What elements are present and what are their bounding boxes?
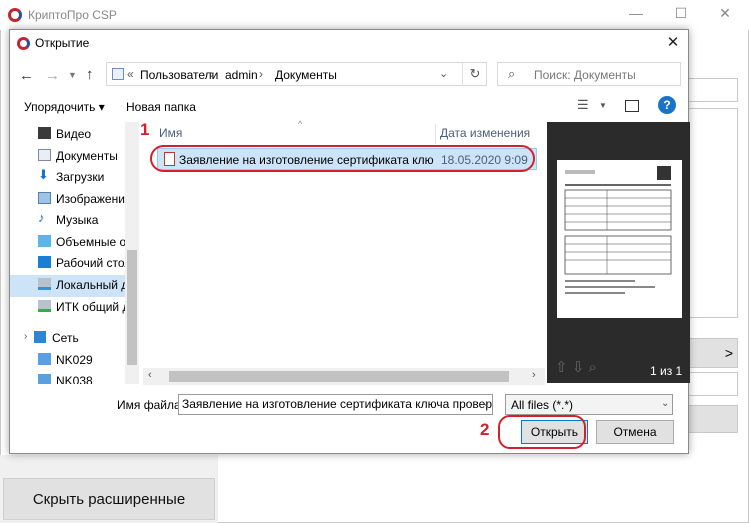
hide-advanced-button[interactable]: Скрыть расширенные <box>3 478 215 520</box>
document-preview-thumbnail <box>557 160 682 318</box>
computer-icon <box>38 353 51 365</box>
chevron-down-icon[interactable]: ⌄ <box>482 398 490 409</box>
nav-item-label: NK029 <box>56 353 93 367</box>
nav-item-nk029[interactable]: NK029 <box>38 350 139 370</box>
open-file-dialog: Открытие ✕ ← → ▼ ↑ « Пользователи › admi… <box>9 29 690 454</box>
nav-item-nk038[interactable]: NK038 <box>38 371 139 384</box>
nav-item-label: Загрузки <box>56 170 105 184</box>
nav-item-local-disk[interactable]: Локальный ди <box>38 275 139 295</box>
annotation-highlight-file <box>150 145 535 172</box>
chevron-down-icon[interactable]: ⌄ <box>661 398 669 409</box>
column-header-date[interactable]: Дата изменения <box>440 126 530 140</box>
annotation-highlight-open <box>498 415 586 449</box>
nav-item-label: Документы <box>56 149 118 163</box>
close-icon[interactable]: ✕ <box>710 5 740 25</box>
breadcrumb-overflow[interactable]: « <box>127 67 134 81</box>
sort-indicator-icon: ^ <box>298 119 303 129</box>
breadcrumb-separator[interactable]: › <box>210 67 214 81</box>
nav-item-network-drive[interactable]: ИТК общий ди <box>38 297 139 317</box>
preview-navigation-icons[interactable]: ⇧ ⇩ ⌕ <box>555 358 597 376</box>
network-drive-icon <box>38 300 51 312</box>
address-bar[interactable]: « Пользователи › admin › Документы ⌄ <box>106 62 487 86</box>
nav-item-label: Видео <box>56 127 92 141</box>
nav-item-downloads[interactable]: ⬇ Загрузки <box>38 167 139 187</box>
search-placeholder: Поиск: Документы <box>534 68 636 82</box>
navigation-pane: Видео Документы ⬇ Загрузки Изображения ♪… <box>10 122 139 384</box>
up-arrow-icon[interactable]: ↑ <box>86 66 94 83</box>
nav-item-3d-objects[interactable]: Объемные об <box>38 232 139 252</box>
nav-item-network[interactable]: › Сеть <box>24 328 139 348</box>
file-type-select[interactable]: All files (*.*) <box>505 394 673 415</box>
dialog-close-icon[interactable]: ✕ <box>662 33 684 53</box>
horizontal-scrollbar[interactable]: ‹ › <box>143 368 545 385</box>
scroll-left-icon[interactable]: ‹ <box>148 369 152 381</box>
maximize-icon[interactable]: ☐ <box>666 5 696 25</box>
breadcrumb-segment[interactable]: Пользователи <box>140 68 218 82</box>
downloads-icon: ⬇ <box>38 167 49 182</box>
search-input[interactable]: ⌕ Поиск: Документы <box>497 62 681 86</box>
nav-item-video[interactable]: Видео <box>38 124 139 144</box>
breadcrumb-segment[interactable]: Документы <box>275 68 337 82</box>
nav-item-label: Изображения <box>56 192 132 206</box>
filename-label: Имя файла: <box>117 398 184 412</box>
breadcrumb-segment[interactable]: admin <box>225 68 258 82</box>
folder-location-icon <box>112 68 124 80</box>
back-arrow-icon[interactable]: ← <box>19 67 34 84</box>
dialog-title: Открытие <box>35 36 90 50</box>
nav-item-label: Локальный ди <box>56 278 135 292</box>
3d-objects-icon <box>38 235 51 247</box>
nav-item-desktop[interactable]: Рабочий стол <box>38 253 139 273</box>
local-disk-icon <box>38 278 51 290</box>
computer-icon <box>38 374 51 384</box>
nav-item-label: NK038 <box>56 374 93 384</box>
preview-pane-icon[interactable] <box>625 100 639 112</box>
video-icon <box>38 127 51 139</box>
organize-button[interactable]: Упорядочить ▾ <box>24 100 105 114</box>
page-counter: 1 из 1 <box>650 364 683 378</box>
nav-item-music[interactable]: ♪ Музыка <box>38 210 139 230</box>
documents-icon <box>38 149 51 161</box>
forward-arrow-icon[interactable]: → <box>45 67 60 84</box>
help-icon[interactable]: ? <box>658 96 676 114</box>
background-app-title: КриптоПро CSP <box>28 8 117 22</box>
nav-item-label: Объемные об <box>56 235 134 249</box>
annotation-step-1: 1 <box>140 120 150 139</box>
network-icon <box>34 331 46 343</box>
breadcrumb-separator[interactable]: › <box>259 67 263 81</box>
nav-item-pictures[interactable]: Изображения <box>38 189 139 209</box>
annotation-step-2: 2 <box>480 420 490 439</box>
refresh-icon[interactable]: ↻ <box>462 62 487 86</box>
scroll-right-icon[interactable]: › <box>532 369 536 381</box>
desktop-icon <box>38 256 51 268</box>
minimize-icon[interactable]: — <box>621 5 651 25</box>
filename-input[interactable]: Заявление на изготовление сертификата кл… <box>178 394 493 415</box>
music-icon: ♪ <box>38 210 45 225</box>
preview-pane: ⇧ ⇩ ⌕ 1 из 1 <box>547 122 690 383</box>
cryptopro-logo-icon <box>8 8 22 22</box>
chevron-down-icon[interactable]: ⌄ <box>439 67 448 80</box>
view-options-icon[interactable]: ☰ <box>577 97 589 113</box>
nav-item-label: Рабочий стол <box>56 256 132 270</box>
background-titlebar: КриптоПро CSP — ☐ ✕ <box>0 0 749 30</box>
new-folder-button[interactable]: Новая папка <box>126 100 196 114</box>
nav-item-label: Музыка <box>56 213 99 227</box>
column-divider[interactable] <box>435 124 436 144</box>
nav-item-documents[interactable]: Документы <box>38 146 139 166</box>
cryptopro-logo-icon <box>17 37 30 50</box>
pictures-icon <box>38 192 51 204</box>
nav-item-label: Сеть <box>52 331 79 345</box>
column-header-name[interactable]: Имя <box>159 126 182 140</box>
chevron-down-icon[interactable]: ▼ <box>599 101 607 110</box>
horizontal-scrollbar-thumb[interactable] <box>169 371 509 382</box>
cancel-button[interactable]: Отмена <box>596 420 674 444</box>
nav-scrollbar-thumb[interactable] <box>127 250 137 365</box>
recent-locations-chevron-icon[interactable]: ▼ <box>68 70 77 80</box>
search-icon: ⌕ <box>508 66 516 81</box>
